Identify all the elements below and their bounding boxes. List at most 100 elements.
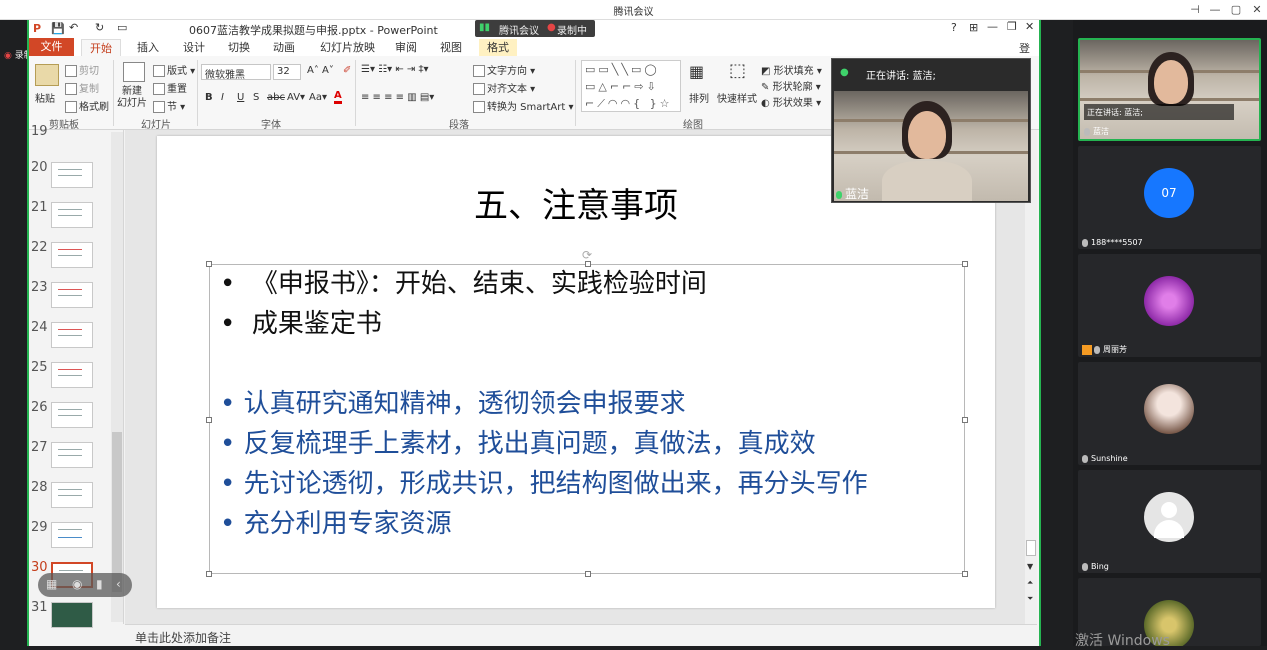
strikethrough-button[interactable]: abc	[267, 92, 285, 103]
slide-thumbnail[interactable]	[51, 602, 93, 628]
font-name-dropdown[interactable]: 微软雅黑	[201, 64, 271, 81]
slide-thumbnail[interactable]	[51, 242, 93, 268]
arrange-button[interactable]: 排列	[689, 90, 709, 105]
tab-insert[interactable]: 插入	[129, 39, 167, 56]
font-grow-icon[interactable]: A˄ A˅	[307, 65, 334, 76]
tab-home[interactable]: 开始	[81, 39, 121, 56]
grid-icon[interactable]: ▦	[46, 577, 57, 591]
slide-thumbnail[interactable]	[51, 202, 93, 228]
shape-effects-button[interactable]: ◐ 形状效果 ▾	[761, 94, 821, 109]
shapes-gallery[interactable]: ▭▭╲╲▭◯ ▭△⌐⌐⇨⇩ ⌐⟋◠◠{ }☆	[581, 60, 681, 112]
shape-outline-button[interactable]: ✎ 形状轮廓 ▾	[761, 78, 821, 93]
slide-thumbnail[interactable]	[51, 362, 93, 388]
slide-canvas[interactable]: 五、注意事项 ⟳ • 《申报书》：开始、结束、实践检验时间 • 成果鉴定书 • …	[157, 136, 995, 608]
redo-icon[interactable]: ↻	[95, 21, 104, 34]
change-case-button[interactable]: Aa▾	[309, 92, 327, 103]
tab-transitions[interactable]: 切换	[220, 39, 258, 56]
ribbon-display-icon[interactable]: ⊞	[969, 21, 978, 34]
resize-handle[interactable]	[206, 261, 212, 267]
shadow-button[interactable]: S	[253, 92, 259, 103]
reset-button[interactable]: 重置	[153, 80, 187, 95]
resize-handle[interactable]	[206, 571, 212, 577]
quick-styles-button[interactable]: 快速样式	[717, 90, 757, 105]
resize-handle[interactable]	[962, 417, 968, 423]
ppt-close-icon[interactable]: ✕	[1025, 20, 1034, 33]
slide-thumbnail[interactable]	[51, 442, 93, 468]
smartart-button[interactable]: 转换为 SmartArt ▾	[473, 98, 574, 113]
save-icon[interactable]: 💾	[51, 22, 65, 35]
participant-tile[interactable]: 07 188****5507	[1078, 146, 1261, 249]
arrange-icon[interactable]: ▦	[689, 62, 704, 81]
participant-tile[interactable]: 周丽芳	[1078, 254, 1261, 357]
bullets-button[interactable]: ☰▾ ☷▾ ⇤ ⇥ ‡▾	[361, 64, 428, 75]
align-text-button[interactable]: 对齐文本 ▾	[473, 80, 535, 95]
slideshow-start-icon[interactable]: ▭	[117, 21, 127, 34]
minimize-icon[interactable]: —	[1206, 2, 1224, 18]
thumbnail-scrollbar[interactable]	[111, 132, 123, 622]
tab-slideshow[interactable]: 幻灯片放映	[312, 39, 383, 56]
participant-tile-active[interactable]: 正在讲话: 蓝洁; 蓝洁	[1078, 38, 1261, 141]
resize-handle[interactable]	[962, 571, 968, 577]
copy-button[interactable]: 复制	[65, 80, 99, 95]
mic-icon[interactable]: ▮	[96, 577, 103, 591]
slide-thumbnail[interactable]	[51, 282, 93, 308]
tab-view[interactable]: 视图	[432, 39, 470, 56]
underline-button[interactable]: U	[237, 92, 244, 103]
content-textbox[interactable]: • 《申报书》：开始、结束、实践检验时间 • 成果鉴定书 • 认真研究通知精神，…	[206, 261, 968, 577]
text-direction-button[interactable]: 文字方向 ▾	[473, 62, 535, 77]
section-button[interactable]: 节 ▾	[153, 98, 185, 113]
rotate-handle-icon[interactable]: ⟳	[582, 248, 592, 262]
undo-icon[interactable]: ↶	[69, 21, 78, 34]
camera-icon[interactable]: ◉	[72, 577, 82, 591]
char-spacing-button[interactable]: AV▾	[287, 92, 305, 103]
tab-file[interactable]: 文件	[29, 38, 74, 56]
resize-handle[interactable]	[962, 261, 968, 267]
format-painter-button[interactable]: 格式刷	[65, 98, 109, 113]
close-icon[interactable]: ✕	[1248, 2, 1266, 18]
participant-tile[interactable]: Sunshine	[1078, 362, 1261, 465]
font-color-button[interactable]: A	[334, 90, 342, 104]
cut-button[interactable]: 剪切	[65, 62, 99, 77]
font-size-dropdown[interactable]: 32	[273, 64, 301, 80]
resize-handle[interactable]	[206, 417, 212, 423]
slide-thumbnail[interactable]	[51, 482, 93, 508]
floating-share-toolbar[interactable]: ▦ ◉ ▮ ‹	[38, 573, 132, 597]
help-icon[interactable]: ?	[951, 21, 957, 34]
resize-handle[interactable]	[585, 571, 591, 577]
notes-pane[interactable]: 单击此处添加备注	[125, 624, 1037, 646]
slide-thumbnail[interactable]	[51, 162, 93, 188]
tab-animations[interactable]: 动画	[265, 39, 303, 56]
new-slide-button[interactable]: 新建 幻灯片	[117, 86, 147, 110]
notes-placeholder[interactable]: 单击此处添加备注	[135, 629, 231, 646]
align-buttons[interactable]: ≡ ≡ ≡ ≡ ▥ ▤▾	[361, 92, 434, 103]
shape-fill-button[interactable]: ◩ 形状填充 ▾	[761, 62, 822, 77]
slide-thumbnail[interactable]	[51, 402, 93, 428]
slide-scrollbar[interactable]: ▼ ⏶ ⏷	[1025, 130, 1037, 624]
clear-format-icon[interactable]: ✐	[343, 65, 351, 76]
bold-button[interactable]: B	[205, 92, 213, 103]
italic-button[interactable]: I	[221, 92, 224, 103]
scroll-thumb[interactable]	[1026, 540, 1036, 556]
tab-format[interactable]: 格式	[479, 39, 517, 56]
collapse-icon[interactable]: ‹	[116, 577, 121, 591]
scroll-down-icon[interactable]: ▼	[1027, 562, 1033, 571]
pin-icon[interactable]: ⊣	[1186, 2, 1204, 18]
tab-design[interactable]: 设计	[175, 39, 213, 56]
prev-slide-icon[interactable]: ⏶	[1027, 578, 1033, 588]
maximize-icon[interactable]: ▢	[1227, 2, 1245, 18]
speaker-video-popup[interactable]: ● 正在讲话: 蓝洁; 蓝洁	[831, 58, 1031, 203]
paste-button[interactable]: 粘贴	[35, 90, 55, 105]
next-slide-icon[interactable]: ⏷	[1027, 594, 1033, 604]
slide-thumbnail[interactable]	[51, 322, 93, 348]
quick-styles-icon[interactable]: ⬚	[729, 60, 746, 81]
new-slide-icon[interactable]	[123, 62, 145, 82]
ppt-restore-icon[interactable]: ❐	[1007, 20, 1017, 33]
ppt-minimize-icon[interactable]: —	[987, 20, 998, 33]
paste-icon[interactable]	[35, 64, 59, 86]
participant-tile[interactable]: Bing	[1078, 470, 1261, 573]
slide-thumbnail[interactable]	[51, 522, 93, 548]
thumbnail-scroll-thumb[interactable]	[112, 432, 122, 592]
tab-review[interactable]: 审阅	[387, 39, 425, 56]
layout-button[interactable]: 版式 ▾	[153, 62, 195, 77]
participant-name-label: 周丽芳	[1103, 345, 1127, 354]
